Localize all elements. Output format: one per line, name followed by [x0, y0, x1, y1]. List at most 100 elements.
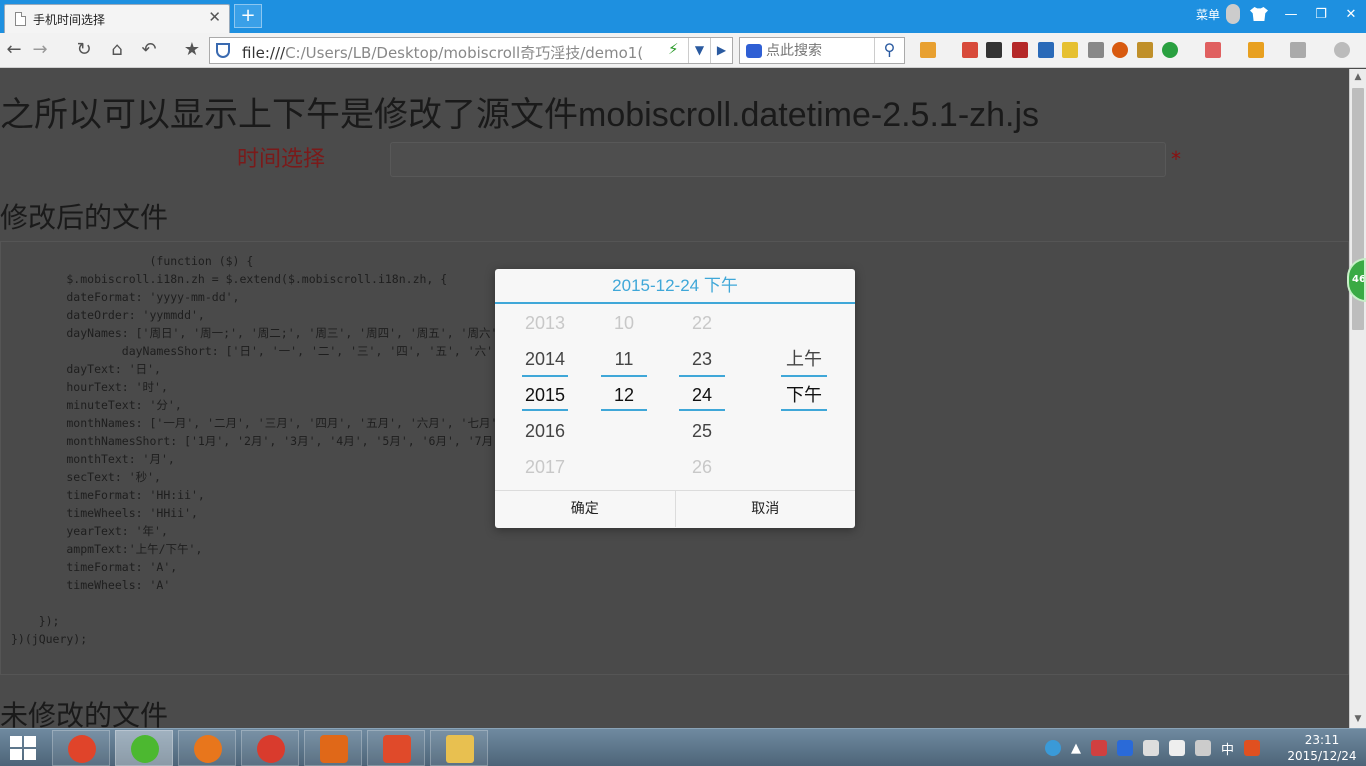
hbuilder-icon — [383, 735, 411, 763]
day-option-selected[interactable]: 24 — [679, 377, 725, 413]
tray-shield-icon[interactable] — [1117, 740, 1133, 756]
go-icon[interactable]: ▶ — [710, 38, 732, 63]
shield-icon[interactable] — [216, 43, 230, 58]
day-wheel[interactable]: 22 23 24 25 26 — [679, 304, 725, 491]
month-option[interactable]: 11 — [601, 341, 647, 377]
taskbar-app-hbuilder[interactable] — [367, 730, 425, 766]
chevron-down-icon[interactable]: ▼ — [688, 38, 710, 63]
scroll-down-icon[interactable]: ▼ — [1350, 711, 1366, 728]
code-extension-icon[interactable] — [1038, 42, 1054, 58]
security-extension-icon[interactable] — [1162, 42, 1178, 58]
home-icon[interactable]: ⌂ — [105, 39, 129, 61]
medal-icon[interactable] — [1226, 4, 1240, 24]
tray-app-icon[interactable] — [1045, 740, 1061, 756]
calendar-extension-icon[interactable] — [962, 42, 978, 58]
taskbar-app-360[interactable] — [52, 730, 110, 766]
day-option[interactable]: 22 — [679, 305, 725, 341]
selection-bar — [601, 409, 647, 411]
skin-icon[interactable] — [1250, 7, 1268, 21]
selection-bar — [781, 409, 827, 411]
taskbar-app-explorer[interactable] — [430, 730, 488, 766]
day-option[interactable]: 26 — [679, 449, 725, 485]
year-wheel[interactable]: 2013 2014 2015 2016 2017 — [522, 304, 568, 491]
year-option[interactable]: 2017 — [522, 449, 568, 485]
taskbar-app-chrome[interactable] — [241, 730, 299, 766]
taskbar-app-pdf[interactable] — [304, 730, 362, 766]
start-button[interactable] — [10, 736, 36, 760]
tray-network-icon[interactable] — [1091, 740, 1107, 756]
scroll-up-icon[interactable]: ▲ — [1350, 69, 1366, 86]
sogou-ime-icon[interactable] — [1244, 740, 1261, 756]
selection-bar — [679, 375, 725, 377]
menu-button[interactable]: 菜单 — [1196, 6, 1220, 23]
month-option[interactable]: 10 — [601, 305, 647, 341]
baidu-icon[interactable] — [746, 44, 762, 58]
restore-button[interactable]: ❐ — [1306, 7, 1336, 22]
tab-close-button[interactable]: ✕ — [208, 8, 221, 26]
selection-bar — [601, 375, 647, 377]
url-path: C:/Users/LB/Desktop/mobiscroll奇巧淫技/demo1… — [285, 44, 642, 62]
system-tray: ▲ 中 — [1040, 729, 1265, 766]
taskbar-app-browser[interactable] — [115, 730, 173, 766]
record-extension-icon[interactable] — [1112, 42, 1128, 58]
time-select-input[interactable] — [390, 142, 1166, 177]
address-bar[interactable]: file:///C:/Users/LB/Desktop/mobiscroll奇巧… — [209, 37, 733, 64]
taskbar: ▲ 中 23:11 2015/12/24 — [0, 728, 1366, 766]
zoom-icon[interactable] — [1334, 42, 1350, 58]
search-icon[interactable]: ⚲ — [874, 38, 904, 63]
search-bar: ⚲ — [739, 37, 905, 64]
window-controls: 菜单 — ❐ ✕ — [1196, 0, 1366, 28]
vertical-scrollbar[interactable]: ▲ ▼ — [1349, 69, 1366, 728]
image-extension-icon[interactable] — [1290, 42, 1306, 58]
month-wheel[interactable]: 10 11 12 — [601, 304, 647, 491]
required-mark: * — [1171, 147, 1181, 171]
selection-bar — [781, 375, 827, 377]
undo-icon[interactable]: ↶ — [137, 39, 161, 61]
back-icon[interactable]: ← — [2, 39, 26, 61]
power-icon[interactable] — [1195, 740, 1211, 756]
url-text[interactable]: file:///C:/Users/LB/Desktop/mobiscroll奇巧… — [242, 42, 642, 63]
year-option-selected[interactable]: 2015 — [522, 377, 568, 413]
tool-extension-icon[interactable] — [1088, 42, 1104, 58]
refresh-icon[interactable]: ↻ — [72, 39, 96, 61]
day-option[interactable]: 25 — [679, 413, 725, 449]
note-extension-icon[interactable] — [1062, 42, 1078, 58]
document-icon — [15, 12, 26, 26]
browser-tab[interactable]: 手机时间选择 ✕ — [4, 4, 230, 33]
confirm-button[interactable]: 确定 — [495, 491, 675, 527]
day-option[interactable]: 23 — [679, 341, 725, 377]
ime-indicator[interactable]: 中 — [1221, 739, 1234, 758]
year-option[interactable]: 2014 — [522, 341, 568, 377]
selection-bar — [679, 409, 725, 411]
translate-extension-icon[interactable] — [1205, 42, 1221, 58]
picker-buttons: 确定 取消 — [495, 491, 855, 527]
js-extension-icon[interactable] — [1012, 42, 1028, 58]
ampm-option-selected[interactable]: 下午 — [781, 377, 827, 413]
month-option-selected[interactable]: 12 — [601, 377, 647, 413]
ampm-option[interactable]: 上午 — [781, 341, 827, 377]
clock[interactable]: 23:11 2015/12/24 — [1285, 732, 1359, 764]
bug-extension-icon[interactable] — [1137, 42, 1153, 58]
star-icon[interactable]: ★ — [180, 39, 204, 61]
year-option[interactable]: 2013 — [522, 305, 568, 341]
year-option[interactable]: 2016 — [522, 413, 568, 449]
new-tab-button[interactable]: + — [234, 4, 262, 28]
ampm-wheel[interactable]: 上午 下午 — [781, 304, 827, 491]
cancel-button[interactable]: 取消 — [674, 491, 856, 527]
page-title: 之所以可以显示上下午是修改了源文件mobiscroll.datetime-2.5… — [0, 96, 1040, 134]
tray-expand-icon[interactable]: ▲ — [1071, 741, 1081, 756]
screenshot-extension-icon[interactable] — [1248, 42, 1264, 58]
close-window-button[interactable]: ✕ — [1336, 7, 1366, 22]
picker-title: 2015-12-24 下午 — [495, 269, 855, 304]
bolt-icon[interactable]: ⚡ — [668, 40, 679, 58]
search-input[interactable] — [766, 41, 871, 60]
minimize-button[interactable]: — — [1276, 7, 1306, 22]
clock-date: 2015/12/24 — [1287, 749, 1357, 763]
s-extension-icon[interactable] — [986, 42, 1002, 58]
apps-grid-icon[interactable] — [920, 42, 936, 58]
volume-icon[interactable] — [1143, 740, 1159, 756]
taskbar-app-firefox[interactable] — [178, 730, 236, 766]
network-disconnected-icon[interactable] — [1169, 740, 1185, 756]
forward-icon[interactable]: → — [28, 39, 52, 61]
pdf-icon — [320, 735, 348, 763]
